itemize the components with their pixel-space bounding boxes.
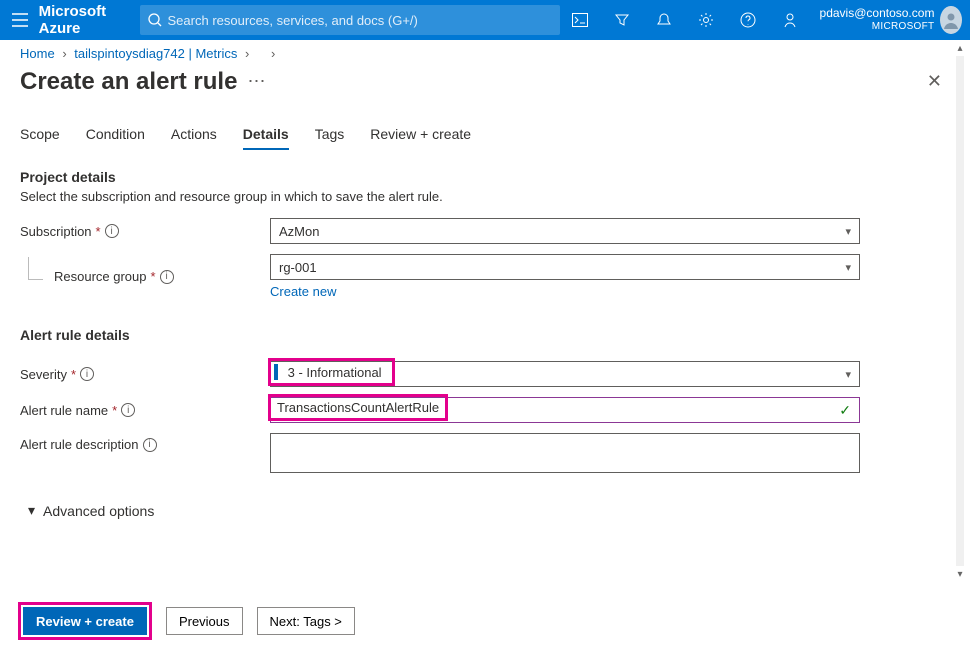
search-icon <box>148 13 162 27</box>
subscription-value: AzMon <box>279 224 319 239</box>
required-mark: * <box>96 224 101 239</box>
severity-value: 3 - Informational <box>288 365 382 380</box>
tenant-label: MICROSOFT <box>820 21 935 33</box>
more-actions-icon[interactable]: ⋯ <box>247 71 265 92</box>
scroll-track[interactable] <box>956 56 964 566</box>
breadcrumb: Home › tailspintoysdiag742 | Metrics › › <box>0 40 970 63</box>
info-icon[interactable]: i <box>160 270 174 284</box>
scroll-up-icon[interactable]: ▴ <box>952 40 968 56</box>
global-search[interactable] <box>140 5 560 35</box>
info-icon[interactable]: i <box>105 224 119 238</box>
vertical-scrollbar[interactable]: ▴ ▾ <box>952 40 968 652</box>
advanced-options-label: Advanced options <box>43 503 154 519</box>
help-icon[interactable] <box>728 0 768 40</box>
user-email: pdavis@contoso.com <box>820 7 935 21</box>
tab-details[interactable]: Details <box>243 126 289 150</box>
resource-group-select[interactable]: rg-001 ▾ <box>270 254 860 280</box>
tab-review-create[interactable]: Review + create <box>370 126 471 150</box>
info-icon[interactable]: i <box>121 403 135 417</box>
severity-label: Severity <box>20 367 67 382</box>
alert-rule-details-heading: Alert rule details <box>20 327 950 343</box>
filter-icon[interactable] <box>602 0 642 40</box>
breadcrumb-resource[interactable]: tailspintoysdiag742 | Metrics <box>74 46 237 61</box>
resource-group-label: Resource group <box>54 269 147 284</box>
global-search-input[interactable] <box>168 13 552 28</box>
breadcrumb-home[interactable]: Home <box>20 46 55 61</box>
page-title: Create an alert rule <box>20 68 237 96</box>
chevron-down-icon: ▾ <box>28 502 35 519</box>
chevron-right-icon: › <box>62 46 66 61</box>
chevron-right-icon: › <box>245 46 249 61</box>
project-details-heading: Project details <box>20 169 950 185</box>
tab-scope[interactable]: Scope <box>20 126 60 150</box>
user-account-block[interactable]: pdavis@contoso.com MICROSOFT <box>820 7 935 32</box>
severity-highlight: 3 - Informational <box>268 358 395 386</box>
previous-button[interactable]: Previous <box>166 607 243 635</box>
footer: Review + create Previous Next: Tags > <box>0 602 970 640</box>
alert-rule-name-label: Alert rule name <box>20 403 108 418</box>
settings-icon[interactable] <box>686 0 726 40</box>
review-create-button[interactable]: Review + create <box>23 607 147 635</box>
brand-label: Microsoft Azure <box>39 3 126 37</box>
chevron-down-icon: ▾ <box>845 225 851 238</box>
project-details-description: Select the subscription and resource gro… <box>20 189 950 204</box>
info-icon[interactable]: i <box>143 438 157 452</box>
feedback-icon[interactable] <box>770 0 810 40</box>
close-button[interactable]: ✕ <box>919 67 950 96</box>
info-icon[interactable]: i <box>80 367 94 381</box>
checkmark-icon: ✓ <box>839 402 851 419</box>
subscription-label: Subscription <box>20 224 92 239</box>
chevron-down-icon: ▾ <box>845 368 851 381</box>
tab-condition[interactable]: Condition <box>86 126 145 150</box>
alert-rule-description-input[interactable] <box>270 433 860 473</box>
tab-tags[interactable]: Tags <box>315 126 345 150</box>
chevron-right-icon: › <box>271 46 275 61</box>
tab-bar: Scope Condition Actions Details Tags Rev… <box>20 126 950 151</box>
hamburger-menu-icon[interactable] <box>8 4 33 36</box>
name-highlight: TransactionsCountAlertRule <box>268 394 448 421</box>
tab-actions[interactable]: Actions <box>171 126 217 150</box>
subscription-select[interactable]: AzMon ▾ <box>270 218 860 244</box>
severity-select[interactable]: 3 - Informational ▾ <box>270 361 860 387</box>
required-mark: * <box>112 403 117 418</box>
advanced-options-toggle[interactable]: ▾ Advanced options <box>28 502 950 519</box>
chevron-down-icon: ▾ <box>845 261 851 274</box>
required-mark: * <box>151 269 156 284</box>
top-utility-icons <box>560 0 810 40</box>
notifications-icon[interactable] <box>644 0 684 40</box>
alert-rule-name-field[interactable]: TransactionsCountAlertRule ✓ <box>270 397 860 423</box>
review-create-highlight: Review + create <box>18 602 152 640</box>
required-mark: * <box>71 367 76 382</box>
alert-rule-description-label: Alert rule description <box>20 437 139 452</box>
create-new-rg-link[interactable]: Create new <box>270 284 336 299</box>
scroll-down-icon[interactable]: ▾ <box>952 566 968 582</box>
cloud-shell-icon[interactable] <box>560 0 600 40</box>
resource-group-value: rg-001 <box>279 260 317 275</box>
next-tags-button[interactable]: Next: Tags > <box>257 607 355 635</box>
severity-bar-icon <box>274 364 278 380</box>
avatar[interactable] <box>940 6 962 34</box>
top-bar: Microsoft Azure pdavis@contoso.com MICRO… <box>0 0 970 40</box>
